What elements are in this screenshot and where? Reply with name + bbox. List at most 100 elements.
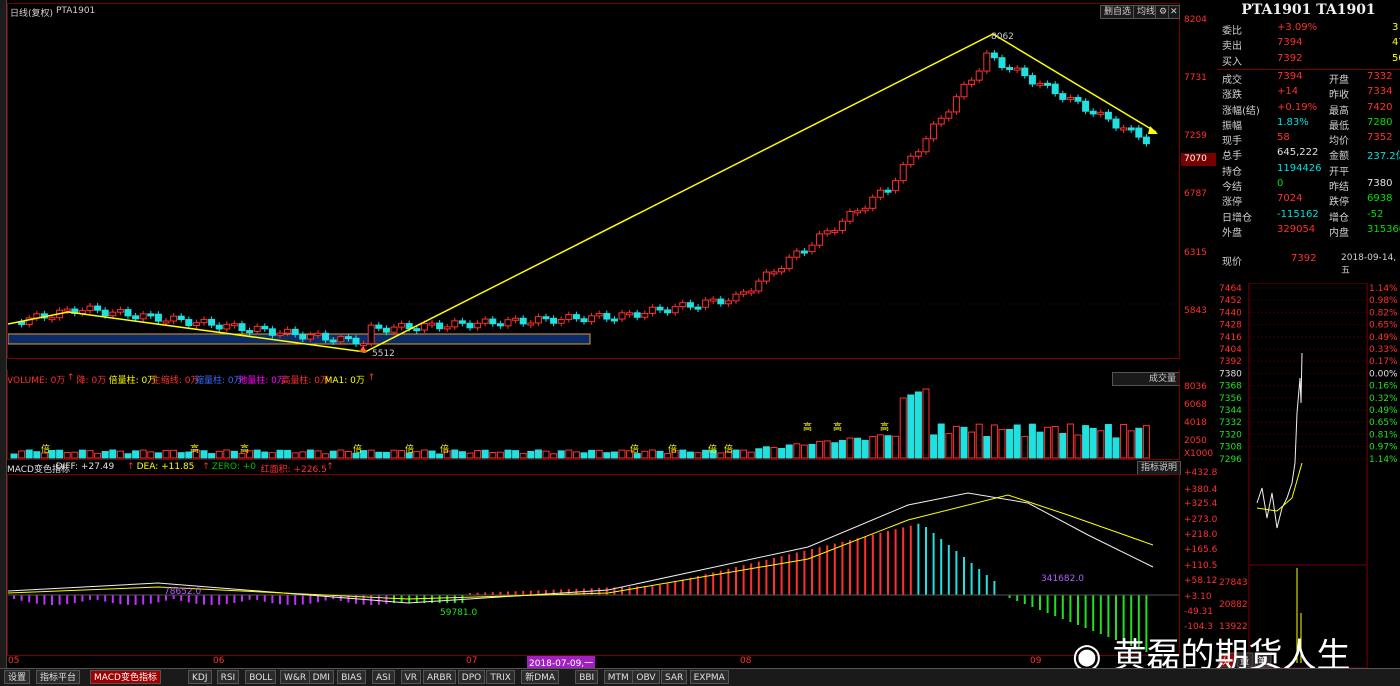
tab--[interactable]: 指标平台 [36, 670, 81, 684]
candle [565, 314, 573, 320]
quote-cell: 3 [1392, 22, 1399, 33]
quote-cell: 50 [1392, 52, 1400, 64]
intraday-chart: 7464 1.14% 7452 0.98% 7440 0.82% 7428 0.65% 7416… [1218, 283, 1398, 668]
macd-axis-label: +110.5 [1184, 561, 1218, 571]
volume-bar [413, 451, 421, 459]
volume-marker-label: 高 [803, 421, 812, 433]
candle [1097, 111, 1105, 115]
tab-mtm[interactable]: MTM [603, 670, 633, 684]
candle [1112, 118, 1120, 129]
quote-row: 委比 +3.09% 3 [1217, 22, 1400, 37]
tab-dmi[interactable]: DMI [308, 670, 334, 684]
tab-sar[interactable]: SAR [661, 670, 688, 684]
candle [1013, 67, 1021, 71]
candle [109, 311, 117, 317]
tab-kdj[interactable]: KDJ [188, 670, 212, 684]
macd-panel[interactable]: 78652.0 59781.0 341682.0 [7, 474, 1180, 656]
tab--dma[interactable]: 新DMA [521, 670, 560, 684]
candle [899, 164, 907, 182]
volume-bar [261, 451, 269, 459]
candle [626, 312, 634, 316]
tab-w-r[interactable]: W&R [280, 670, 311, 684]
macd-header-item: ↑ [326, 462, 334, 472]
tab-arbr[interactable]: ARBR [423, 670, 456, 684]
tab-boll[interactable]: BOLL [245, 670, 277, 684]
volume-bar [253, 449, 261, 459]
volume-bar [314, 450, 322, 459]
volume-axis-label: 4018 [1184, 418, 1207, 428]
candle [215, 324, 223, 330]
quote-row: 买入 7392 50 [1217, 53, 1400, 68]
candle [367, 324, 375, 345]
volume-bar [451, 449, 459, 459]
volume-marker-label: 倍 [708, 443, 717, 455]
tab-bias[interactable]: BIAS [337, 670, 366, 684]
volume-bar [869, 436, 877, 459]
volume-chart: 倍高高倍倍倍倍倍倍倍高高高 [10, 388, 1150, 459]
candle [1082, 100, 1090, 112]
tab-bbi[interactable]: BBI [575, 670, 599, 684]
macd-header-item: ZERO: +0 [211, 462, 256, 472]
macd-header-item: DEA: +11.85 [136, 462, 195, 472]
volume-bar [778, 447, 786, 459]
candle [192, 322, 200, 327]
tab-macd-[interactable]: MACD变色指标 [90, 670, 161, 684]
candle [1127, 127, 1135, 131]
quote-cell: +14 [1277, 86, 1299, 98]
kline-axis-label: 8204 [1184, 15, 1207, 25]
volume-axis-label: 2050 [1184, 436, 1207, 446]
tab-obv[interactable]: OBV [632, 670, 660, 684]
intraday-price-label: 7392 [1219, 357, 1242, 367]
volume-bar [899, 397, 907, 459]
intraday-pct-label: 0.65% [1369, 321, 1398, 331]
candle [101, 309, 109, 317]
quote-cell: 58 [1277, 132, 1290, 144]
x-axis-label: 07 [466, 656, 478, 666]
volume-bar [1051, 425, 1059, 459]
volume-bar [306, 449, 314, 459]
candle [390, 326, 398, 333]
kline-panel[interactable]: 日线(复权) PTA1901 删自选 均线 ⚙ ✕ 8062 5512 [7, 3, 1180, 359]
candle [443, 326, 451, 330]
quote-row: 外盘 329054 内盘 315360 [1217, 224, 1400, 239]
tab-trix[interactable]: TRIX [486, 670, 515, 684]
tab--[interactable]: 设置 [4, 670, 31, 684]
volume-bar [1097, 430, 1105, 459]
candle [656, 306, 664, 311]
volume-bar [610, 451, 618, 459]
candle [740, 291, 748, 295]
candle [458, 320, 466, 324]
volume-bar [496, 451, 504, 459]
volume-bar [717, 452, 725, 459]
volume-bar [420, 449, 428, 459]
quote-cell: 成交 [1222, 74, 1242, 86]
tab-dpo[interactable]: DPO [457, 670, 486, 684]
candle [1089, 110, 1097, 115]
low-annotation: 5512 [372, 349, 395, 359]
candle [914, 151, 922, 157]
tab-expma[interactable]: EXPMA [689, 670, 729, 684]
quote-row: 持仓 1194426 开平 [1217, 163, 1400, 178]
volume-bar [1135, 427, 1143, 459]
candle [724, 300, 732, 305]
candle [952, 96, 960, 113]
volume-bar [398, 450, 406, 459]
quote-cell: 开平 [1329, 166, 1349, 178]
volume-panel[interactable]: 倍高高倍倍倍倍倍倍倍高高高 [7, 370, 1180, 460]
macd-header-item: ↑ [127, 462, 135, 472]
quote-cell: 0 [1277, 178, 1284, 189]
volume-bar [542, 450, 550, 459]
volume-bar [322, 453, 330, 459]
tab-asi[interactable]: ASI [372, 670, 395, 684]
tab-vr[interactable]: VR [400, 670, 422, 684]
candle [800, 250, 808, 254]
indicator-help-button[interactable]: 指标说明 [1137, 461, 1182, 475]
tab-rsi[interactable]: RSI [216, 670, 240, 684]
intraday-pct-label: 1.14% [1369, 455, 1398, 465]
volume-bar [200, 450, 208, 459]
intraday-panel[interactable]: 7464 1.14% 7452 0.98% 7440 0.82% 7428 0.65% 7416… [1217, 283, 1400, 668]
volume-bar [344, 451, 352, 459]
volume-marker-label: 高 [880, 421, 889, 433]
volume-bar [1082, 425, 1090, 459]
quote-cell: 总手 [1222, 151, 1242, 163]
